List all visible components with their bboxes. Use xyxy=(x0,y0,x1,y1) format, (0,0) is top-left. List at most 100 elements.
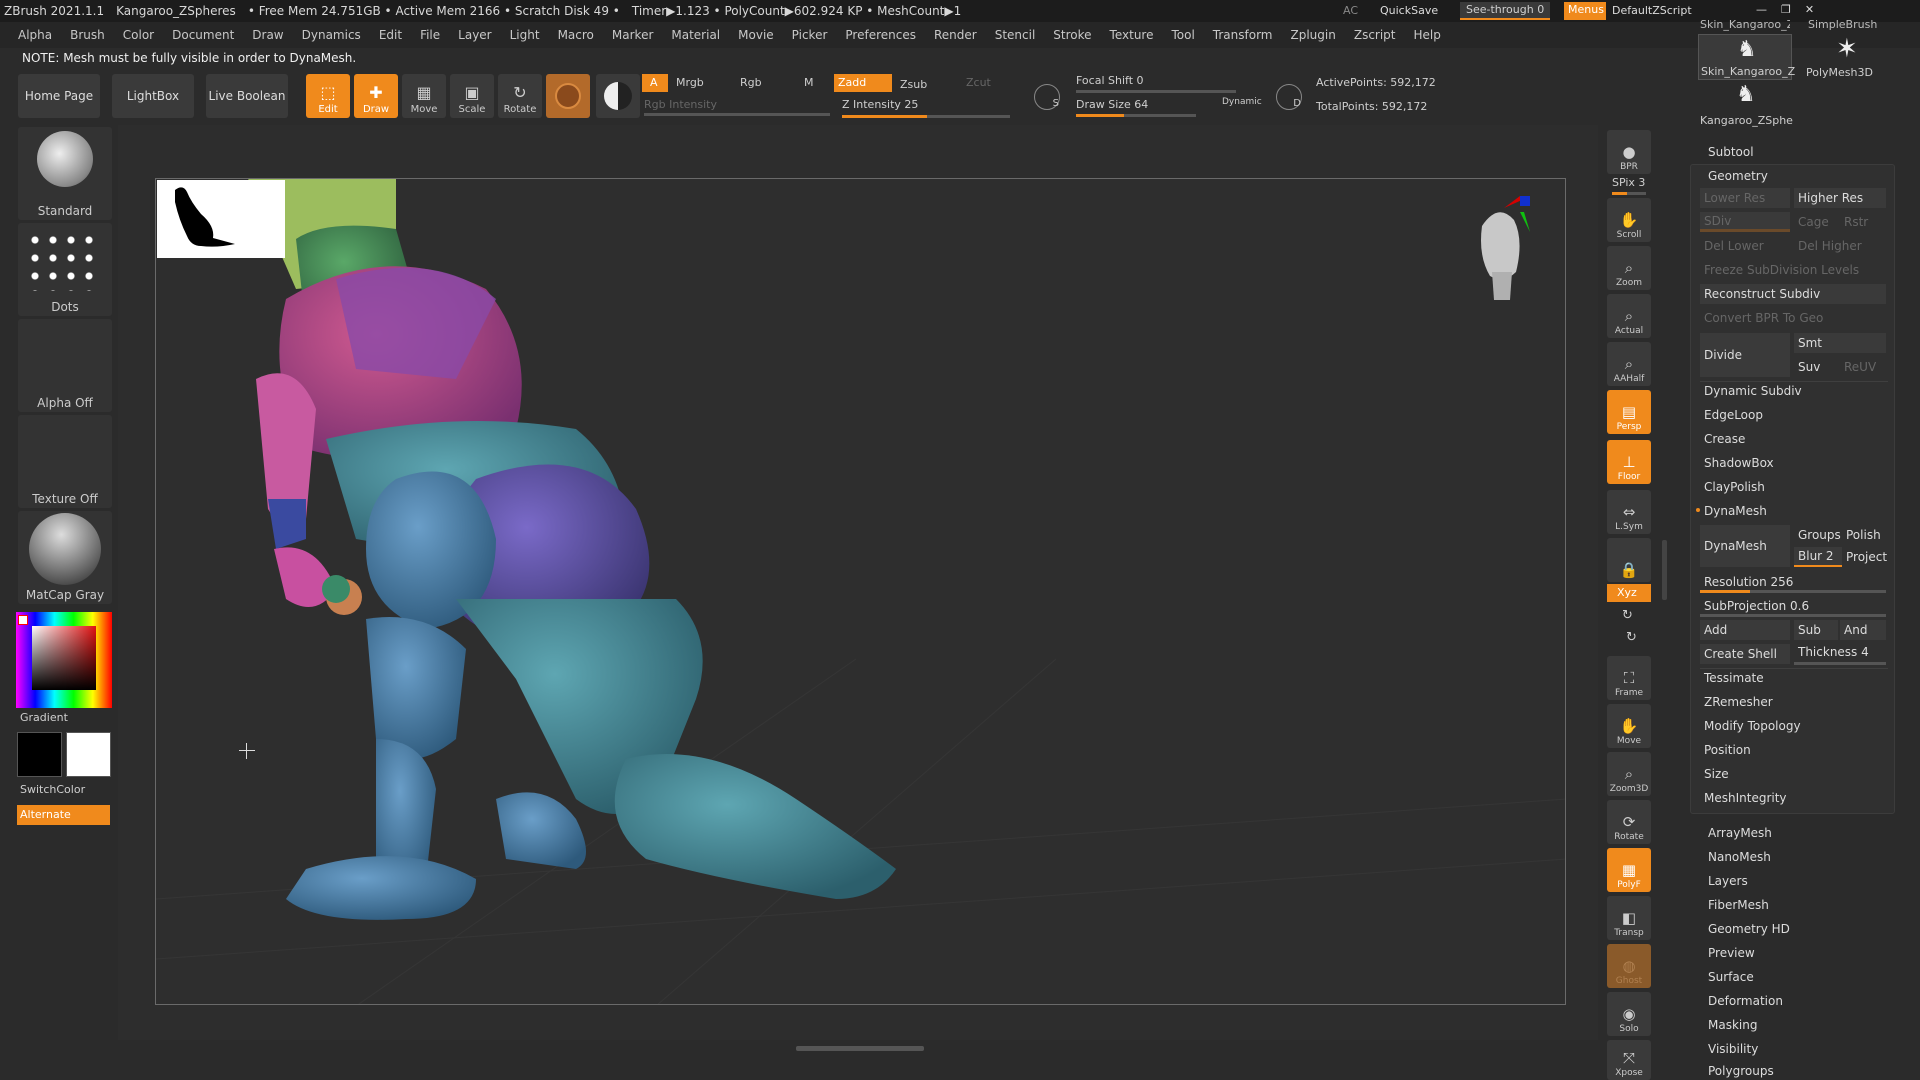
scroll-button[interactable]: ✋ Scroll xyxy=(1607,198,1651,242)
subprojection-track[interactable] xyxy=(1700,614,1886,617)
freeze-subdivision-button[interactable]: Freeze SubDivision Levels xyxy=(1700,260,1888,280)
nanomesh-subpalette[interactable]: NanoMesh xyxy=(1708,850,1771,864)
reconstruct-subdiv-button[interactable]: Reconstruct Subdiv xyxy=(1700,284,1886,304)
geometry-header[interactable]: Geometry xyxy=(1700,166,1888,186)
spix-slider[interactable]: SPix 3 xyxy=(1612,176,1645,189)
surface-subpalette[interactable]: Surface xyxy=(1708,970,1754,984)
and-button[interactable]: And xyxy=(1840,620,1886,640)
groups-toggle[interactable]: Groups xyxy=(1794,525,1842,545)
rgb-toggle[interactable]: Rgb xyxy=(740,76,762,89)
menu-material[interactable]: Material xyxy=(671,28,720,42)
dynamic-toggle[interactable]: Dynamic xyxy=(1222,97,1262,107)
modify-topology-subpalette[interactable]: Modify Topology xyxy=(1700,716,1888,736)
thickness-track[interactable] xyxy=(1794,662,1886,665)
focal-d-icon[interactable]: D xyxy=(1276,84,1302,110)
menu-texture[interactable]: Texture xyxy=(1110,28,1154,42)
geometry-hd-subpalette[interactable]: Geometry HD xyxy=(1708,922,1790,936)
zoom-button[interactable]: ⌕ Zoom xyxy=(1607,246,1651,290)
resolution-slider[interactable]: Resolution 256 xyxy=(1700,572,1888,592)
add-button[interactable]: Add xyxy=(1700,620,1790,640)
visibility-subpalette[interactable]: Visibility xyxy=(1708,1042,1758,1056)
reuv-button[interactable]: ReUV xyxy=(1840,357,1886,377)
z-intensity-track[interactable] xyxy=(842,115,1010,118)
aahalf-button[interactable]: ⌕ AAHalf xyxy=(1607,342,1651,386)
restore-icon[interactable]: ❐ xyxy=(1781,3,1791,19)
menu-layer[interactable]: Layer xyxy=(458,28,491,42)
material-sphere-button[interactable] xyxy=(546,74,590,118)
tool-thumb-skin-kangaroo[interactable]: ♞ Skin_Kangaroo_Z xyxy=(1698,34,1795,80)
menu-dynamics[interactable]: Dynamics xyxy=(302,28,361,42)
menu-render[interactable]: Render xyxy=(934,28,977,42)
menu-stencil[interactable]: Stencil xyxy=(995,28,1036,42)
rotate-z-icon[interactable]: ↻ xyxy=(1626,630,1637,645)
zcut-toggle[interactable]: Zcut xyxy=(966,76,991,89)
scale-tool-button[interactable]: ▣ Scale xyxy=(450,74,494,118)
panel-scroll-handle[interactable] xyxy=(1662,540,1667,600)
dynamesh-subpalette[interactable]: DynaMesh xyxy=(1700,501,1888,521)
switch-color-button[interactable]: SwitchColor xyxy=(20,783,85,796)
tool-thumb-top-1[interactable]: Skin_Kangaroo_Z xyxy=(1700,18,1790,31)
polish-toggle[interactable]: Polish xyxy=(1842,525,1886,545)
home-page-button[interactable]: Home Page xyxy=(18,74,100,118)
zremesher-subpalette[interactable]: ZRemesher xyxy=(1700,692,1888,712)
size-subpalette[interactable]: Size xyxy=(1700,764,1888,784)
polyf-button[interactable]: ▦ PolyF xyxy=(1607,848,1651,892)
bpr-button[interactable]: ● BPR xyxy=(1607,130,1651,174)
claypolish-subpalette[interactable]: ClayPolish xyxy=(1700,477,1888,497)
menu-stroke[interactable]: Stroke xyxy=(1053,28,1091,42)
menu-marker[interactable]: Marker xyxy=(612,28,653,42)
actual-button[interactable]: ⌕ Actual xyxy=(1607,294,1651,338)
cage-button[interactable]: Cage xyxy=(1794,212,1838,232)
live-boolean-button[interactable]: Live Boolean xyxy=(206,74,288,118)
default-zscript[interactable]: DefaultZScript xyxy=(1612,4,1692,17)
rotate-tool-button[interactable]: ↻ Rotate xyxy=(498,74,542,118)
a-toggle[interactable]: A xyxy=(642,74,668,92)
move-tool-button[interactable]: ▦ Move xyxy=(402,74,446,118)
tessimate-subpalette[interactable]: Tessimate xyxy=(1700,668,1888,688)
thickness-slider[interactable]: Thickness 4 xyxy=(1794,642,1886,662)
solo-button[interactable]: ◉ Solo xyxy=(1607,992,1651,1036)
arraymesh-subpalette[interactable]: ArrayMesh xyxy=(1708,826,1772,840)
blur-slider[interactable]: Blur 2 xyxy=(1794,547,1842,567)
z-intensity-slider[interactable]: Z Intensity 25 xyxy=(842,98,918,111)
brush-selector[interactable]: Standard xyxy=(18,127,112,220)
rotate-view-button[interactable]: ⟳ Rotate xyxy=(1607,800,1651,844)
preview-subpalette[interactable]: Preview xyxy=(1708,946,1755,960)
bottom-tray-handle[interactable] xyxy=(796,1046,924,1051)
zoom3d-button[interactable]: ⌕ Zoom3D xyxy=(1607,752,1651,796)
gradient-label[interactable]: Gradient xyxy=(20,711,68,724)
lock-button[interactable]: 🔒 xyxy=(1607,538,1651,582)
color-square[interactable] xyxy=(32,626,96,690)
frame-button[interactable]: ⛶ Frame xyxy=(1607,656,1651,700)
subtool-header[interactable]: Subtool xyxy=(1708,145,1754,159)
document-canvas[interactable] xyxy=(155,178,1566,1005)
lsym-button[interactable]: ⇔ L.Sym xyxy=(1607,490,1651,534)
xpose-button[interactable]: ⤧ Xpose xyxy=(1607,1040,1651,1080)
tool-thumb-top-2[interactable]: SimpleBrush xyxy=(1808,18,1877,31)
mrgb-toggle[interactable]: Mrgb xyxy=(676,76,704,89)
menu-picker[interactable]: Picker xyxy=(792,28,828,42)
draw-size-slider[interactable]: Draw Size 64 xyxy=(1076,98,1148,111)
masking-subpalette[interactable]: Masking xyxy=(1708,1018,1757,1032)
menu-preferences[interactable]: Preferences xyxy=(845,28,916,42)
rotate-y-icon[interactable]: ↻ xyxy=(1622,608,1633,623)
position-subpalette[interactable]: Position xyxy=(1700,740,1888,760)
convert-bpr-button[interactable]: Convert BPR To Geo xyxy=(1700,308,1888,328)
subprojection-slider[interactable]: SubProjection 0.6 xyxy=(1700,596,1888,616)
menu-movie[interactable]: Movie xyxy=(738,28,774,42)
deformation-subpalette[interactable]: Deformation xyxy=(1708,994,1783,1008)
divide-button[interactable]: Divide xyxy=(1700,333,1790,377)
resolution-track[interactable] xyxy=(1700,590,1886,593)
persp-button[interactable]: ▤ Persp xyxy=(1607,390,1651,434)
secondary-color-swatch[interactable] xyxy=(66,732,111,777)
main-color-swatch[interactable] xyxy=(17,732,62,777)
menu-alpha[interactable]: Alpha xyxy=(18,28,52,42)
menu-edit[interactable]: Edit xyxy=(379,28,402,42)
see-through-slider[interactable]: See-through 0 xyxy=(1460,2,1550,20)
draw-tool-button[interactable]: ✚ Draw xyxy=(354,74,398,118)
transp-button[interactable]: ◧ Transp xyxy=(1607,896,1651,940)
menu-transform[interactable]: Transform xyxy=(1213,28,1273,42)
higher-res-button[interactable]: Higher Res xyxy=(1794,188,1886,208)
lightbox-button[interactable]: LightBox xyxy=(112,74,194,118)
menu-help[interactable]: Help xyxy=(1414,28,1441,42)
